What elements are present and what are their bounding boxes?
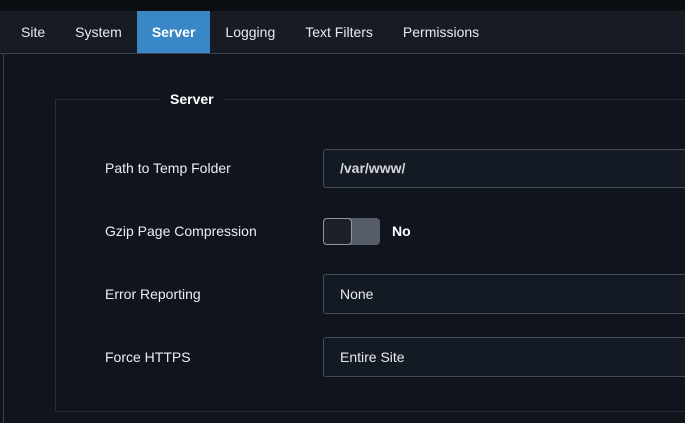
field-row-path-to-temp-folder: Path to Temp Folder	[105, 148, 685, 188]
tab-logging[interactable]: Logging	[210, 11, 290, 53]
error-reporting-select[interactable]: None	[323, 274, 685, 314]
temp-folder-input[interactable]	[323, 149, 685, 188]
settings-screen: Site System Server Logging Text Filters …	[0, 0, 685, 423]
settings-tabs: Site System Server Logging Text Filters …	[0, 11, 685, 54]
gzip-toggle[interactable]	[323, 218, 380, 245]
settings-panel: Server Path to Temp Folder Gzip Page Com…	[3, 54, 685, 423]
tab-site[interactable]: Site	[6, 11, 60, 53]
server-fieldset: Server Path to Temp Folder Gzip Page Com…	[55, 91, 685, 412]
tab-text-filters[interactable]: Text Filters	[290, 11, 388, 53]
tab-system[interactable]: System	[60, 11, 137, 53]
gzip-label: Gzip Page Compression	[105, 223, 323, 239]
field-row-error-reporting: Error Reporting None	[105, 274, 685, 314]
gzip-toggle-state: No	[392, 223, 411, 239]
tab-permissions[interactable]: Permissions	[388, 11, 494, 53]
error-reporting-label: Error Reporting	[105, 286, 323, 302]
field-row-gzip-compression: Gzip Page Compression No	[105, 211, 685, 251]
top-strip	[0, 0, 685, 11]
server-fieldset-legend: Server	[161, 91, 223, 107]
gzip-toggle-knob	[323, 218, 352, 245]
temp-folder-label: Path to Temp Folder	[105, 160, 323, 176]
force-https-label: Force HTTPS	[105, 349, 323, 365]
force-https-select[interactable]: Entire Site	[323, 337, 685, 377]
gzip-toggle-wrap: No	[323, 218, 411, 245]
tab-server[interactable]: Server	[137, 11, 211, 53]
field-row-force-https: Force HTTPS Entire Site	[105, 337, 685, 377]
